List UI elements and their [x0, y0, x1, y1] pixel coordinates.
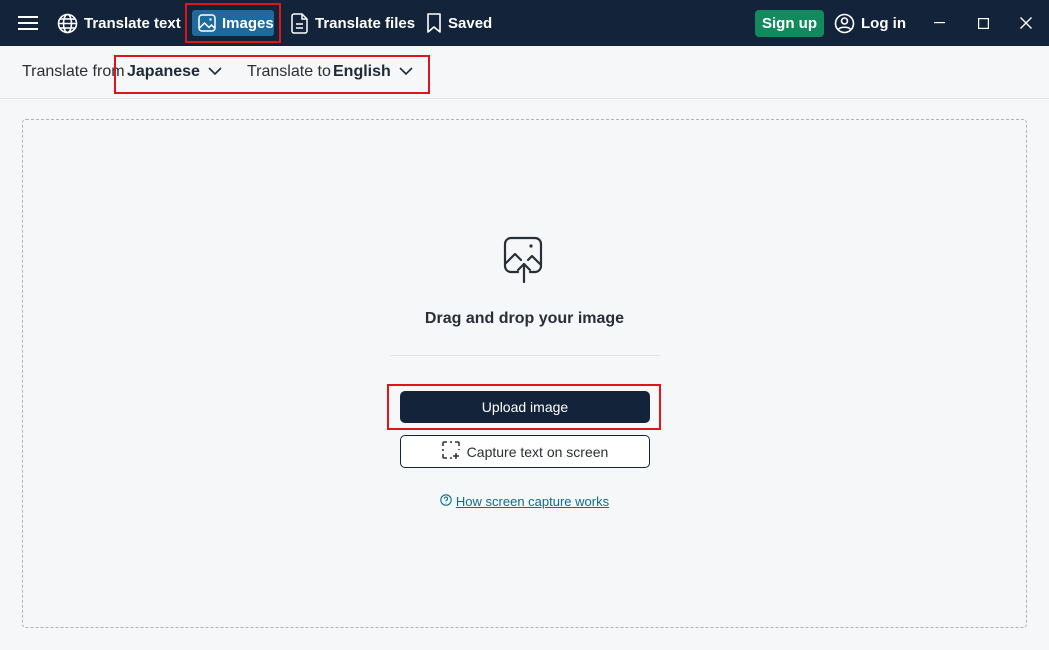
document-icon — [291, 12, 309, 34]
translate-from-label: Translate from — [22, 63, 125, 80]
images-tab-highlight: Images — [185, 3, 281, 43]
nav-saved[interactable]: Saved — [426, 0, 492, 46]
target-language-dropdown[interactable]: English — [333, 63, 413, 81]
nav-translate-files-label: Translate files — [315, 14, 416, 32]
nav-translate-text[interactable]: Translate text — [57, 0, 181, 46]
sign-up-button[interactable]: Sign up — [755, 10, 824, 37]
user-avatar-icon — [834, 13, 855, 34]
minimize-icon[interactable] — [932, 0, 946, 46]
bookmark-icon — [426, 13, 442, 33]
nav-images-tab[interactable]: Images — [192, 10, 274, 36]
capture-text-button[interactable]: Capture text on screen — [400, 435, 650, 468]
divider — [390, 355, 660, 356]
screen-capture-help-link[interactable]: How screen capture works — [0, 494, 1049, 509]
chevron-down-icon — [208, 63, 222, 81]
close-icon[interactable] — [1018, 0, 1034, 46]
source-language-value: Japanese — [127, 63, 200, 80]
nav-images-label: Images — [222, 14, 274, 32]
capture-text-label: Capture text on screen — [466, 443, 609, 460]
drag-drop-text: Drag and drop your image — [424, 310, 625, 327]
log-in-button[interactable]: Log in — [834, 0, 906, 46]
hamburger-menu-icon[interactable] — [16, 0, 40, 46]
help-circle-icon — [440, 494, 452, 509]
upload-image-button[interactable]: Upload image — [400, 391, 650, 423]
maximize-icon[interactable] — [976, 0, 990, 46]
translate-to-label: Translate to — [247, 63, 331, 80]
screen-capture-icon — [441, 441, 460, 462]
chevron-down-icon — [399, 63, 413, 81]
nav-saved-label: Saved — [448, 14, 493, 32]
nav-translate-text-label: Translate text — [84, 14, 181, 32]
globe-icon — [57, 13, 78, 34]
nav-translate-files[interactable]: Translate files — [291, 0, 415, 46]
target-language-value: English — [333, 63, 391, 80]
help-link-label: How screen capture works — [455, 494, 610, 509]
top-nav-bar: Translate text Images Translate files Sa… — [0, 0, 1049, 46]
source-language-dropdown[interactable]: Japanese — [127, 63, 222, 81]
image-upload-icon — [502, 235, 546, 285]
log-in-label: Log in — [861, 14, 906, 32]
image-drop-zone[interactable] — [22, 119, 1027, 628]
image-icon — [198, 14, 216, 32]
